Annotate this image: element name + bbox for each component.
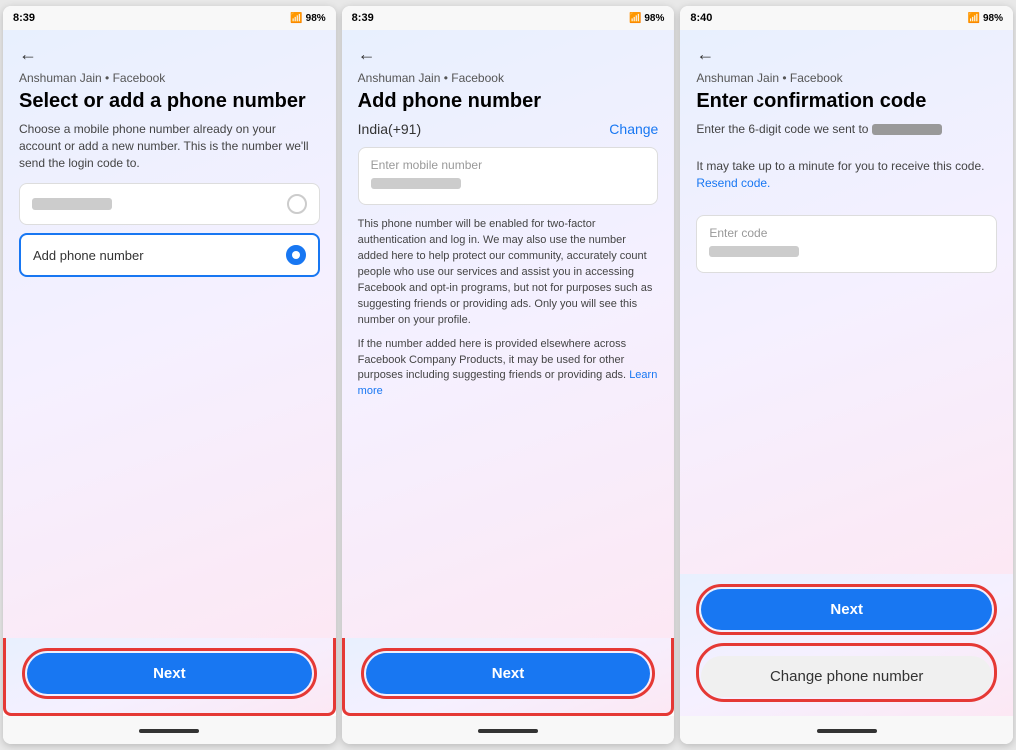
screen1-frame: 8:39 📶 98% ← Anshuman Jain • Facebook Se… xyxy=(3,6,336,744)
screen1-title: Select or add a phone number xyxy=(19,89,320,113)
back-button-1[interactable]: ← xyxy=(19,44,320,65)
screen2-frame: 8:39 📶 98% ← Anshuman Jain • Facebook Ad… xyxy=(342,6,675,744)
code-input-box[interactable]: Enter code xyxy=(696,215,997,273)
screen3-bottom: Next Change phone number xyxy=(680,574,1013,716)
account-label-1: Anshuman Jain • Facebook xyxy=(19,71,320,85)
status-time-3: 8:40 xyxy=(690,12,712,24)
next-border-1: Next xyxy=(22,648,317,699)
home-indicator-2 xyxy=(478,729,538,733)
existing-number-blur xyxy=(32,198,112,210)
next-border-3: Next xyxy=(696,584,997,635)
screen3-content: ← Anshuman Jain • Facebook Enter confirm… xyxy=(680,30,1013,574)
phone-input-placeholder: Enter mobile number xyxy=(371,158,646,172)
add-phone-option[interactable]: Add phone number xyxy=(19,233,320,277)
country-label: India(+91) xyxy=(358,121,421,137)
existing-number-option[interactable] xyxy=(19,183,320,225)
next-button-1[interactable]: Next xyxy=(27,653,312,694)
next-button-3[interactable]: Next xyxy=(701,589,992,630)
info-text-2: If the number added here is provided els… xyxy=(358,337,659,401)
phone-input-box[interactable]: Enter mobile number xyxy=(358,147,659,205)
status-time-2: 8:39 xyxy=(352,12,374,24)
status-icons-3: 📶 98% xyxy=(968,13,1003,24)
screen3-title: Enter confirmation code xyxy=(696,89,997,113)
next-border-2: Next xyxy=(361,648,656,699)
account-label-2: Anshuman Jain • Facebook xyxy=(358,71,659,85)
status-bar-1: 8:39 📶 98% xyxy=(3,6,336,30)
code-input-value-blur xyxy=(709,246,799,257)
nav-bar-3 xyxy=(680,716,1013,744)
resend-code-link[interactable]: Resend code. xyxy=(696,176,770,190)
screen1-bottom: Next xyxy=(3,638,336,716)
radio-existing[interactable] xyxy=(287,194,307,214)
nav-bar-1 xyxy=(3,716,336,744)
screen2-content: ← Anshuman Jain • Facebook Add phone num… xyxy=(342,30,675,638)
status-time-1: 8:39 xyxy=(13,12,35,24)
nav-bar-2 xyxy=(342,716,675,744)
home-indicator-1 xyxy=(139,729,199,733)
screen3-frame: 8:40 📶 98% ← Anshuman Jain • Facebook En… xyxy=(680,6,1013,744)
country-row: India(+91) Change xyxy=(358,121,659,137)
desc2-text: It may take up to a minute for you to re… xyxy=(696,159,984,173)
radio-add[interactable] xyxy=(286,245,306,265)
desc-prefix: Enter the 6-digit code we sent to xyxy=(696,122,868,136)
info-text-2-content: If the number added here is provided els… xyxy=(358,338,626,382)
screen2-bottom: Next xyxy=(342,638,675,716)
status-bar-3: 8:40 📶 98% xyxy=(680,6,1013,30)
change-country-link[interactable]: Change xyxy=(609,121,658,137)
change-phone-border: Change phone number xyxy=(696,643,997,702)
add-phone-label: Add phone number xyxy=(33,248,144,263)
screen1-desc: Choose a mobile phone number already on … xyxy=(19,121,320,171)
status-icons-1: 📶 98% xyxy=(290,13,325,24)
phone-input-value-blur xyxy=(371,178,461,189)
screen1-content: ← Anshuman Jain • Facebook Select or add… xyxy=(3,30,336,638)
status-bar-2: 8:39 📶 98% xyxy=(342,6,675,30)
back-button-2[interactable]: ← xyxy=(358,44,659,65)
screen3-desc2: It may take up to a minute for you to re… xyxy=(696,158,997,192)
account-label-3: Anshuman Jain • Facebook xyxy=(696,71,997,85)
code-input-placeholder: Enter code xyxy=(709,226,984,240)
phone-sent-to-blur xyxy=(872,124,942,135)
status-icons-2: 📶 98% xyxy=(629,13,664,24)
home-indicator-3 xyxy=(817,729,877,733)
next-button-2[interactable]: Next xyxy=(366,653,651,694)
screen3-desc: Enter the 6-digit code we sent to xyxy=(696,121,997,138)
screen2-title: Add phone number xyxy=(358,89,659,113)
info-text-1: This phone number will be enabled for tw… xyxy=(358,217,659,329)
back-button-3[interactable]: ← xyxy=(696,44,997,65)
change-phone-button[interactable]: Change phone number xyxy=(701,656,992,697)
